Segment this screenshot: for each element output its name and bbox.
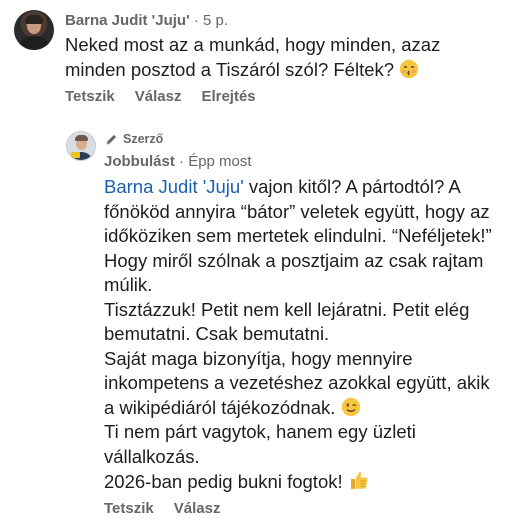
winking-face-emoji-icon [341, 397, 360, 416]
reply-line-12: vállalkozás. [104, 445, 200, 467]
reply-reply-button[interactable]: Válasz [174, 500, 221, 517]
avatar-hair [75, 135, 88, 141]
reply-line-1: Barna Judit 'Juju' vajon kitől? A pártod… [104, 175, 492, 200]
reply-line-1-rest: vajon kitől? A pártodtól? A [243, 176, 461, 197]
mention-link[interactable]: Barna Judit 'Juju' [104, 176, 244, 197]
reply-line-4: Hogy miről szólnak a posztjaim az csak r… [104, 249, 484, 271]
comment-time[interactable]: 5 p. [203, 12, 228, 29]
reply-line-5: múlik. [104, 274, 153, 295]
comment-author-row: Barna Judit 'Juju' · 5 p. [65, 12, 228, 29]
comment-hide-button[interactable]: Elrejtés [201, 88, 255, 105]
avatar-shoulders [18, 36, 50, 50]
reply-line-2: főnököd annyira “bátor” veletek együtt, … [104, 200, 490, 222]
kissing-face-emoji-icon [400, 59, 419, 78]
reply-author-row: Jobbulást · Épp most [104, 153, 252, 170]
reply-line-13: 2026-ban pedig bukni fogtok! [104, 471, 343, 492]
commenter-avatar[interactable] [14, 10, 54, 50]
comment-like-button[interactable]: Tetszik [65, 88, 115, 105]
comment-line-2-wrap: minden posztod a Tiszáról szól? Féltek? [65, 58, 440, 83]
author-badge-label: Szerző [123, 132, 164, 146]
reply-line-3: időköziken sem mertetek elindulni. “Nefé… [104, 225, 492, 246]
reply-line-9: inkompetens a vezetéshez azokkal együtt,… [104, 372, 490, 393]
pencil-icon [106, 134, 117, 144]
avatar-badge-logo [71, 152, 80, 158]
avatar-hair [25, 15, 43, 24]
thumbs-up-emoji-icon [350, 472, 368, 489]
reply-time[interactable]: Épp most [188, 153, 251, 170]
comment-line-1: Neked most az a munkád, hogy minden, aza… [65, 34, 441, 55]
reply-line-13-wrap: 2026-ban pedig bukni fogtok! [104, 469, 492, 495]
reply-author-avatar[interactable] [66, 131, 96, 161]
reply-actions: Tetszik Válasz [104, 500, 220, 517]
comment-separator: · [189, 12, 203, 29]
reply-line-7: bemutatni. Csak bemutatni. [104, 323, 330, 344]
author-badge: Szerző [105, 132, 163, 146]
reply-line-11: Ti nem párt vagytok, hanem egy üzleti [104, 421, 416, 442]
reply-line-10-wrap: a wikipédiáról tájékozódnak. [104, 396, 492, 421]
reply-line-6: Tisztázzuk! Petit nem kell lejáratni. Pe… [104, 298, 470, 320]
comment-reply-button[interactable]: Válasz [135, 88, 182, 105]
reply-like-button[interactable]: Tetszik [104, 500, 154, 517]
reply-text: Barna Judit 'Juju' vajon kitől? A pártod… [104, 175, 492, 495]
reply-author-name[interactable]: Jobbulást [104, 153, 175, 170]
comment-author-name[interactable]: Barna Judit 'Juju' [65, 12, 190, 29]
comment-line-2: minden posztod a Tiszáról szól? Féltek? [65, 58, 395, 80]
reply-separator: · [174, 153, 189, 170]
reply-line-10: a wikipédiáról tájékozódnak. [104, 396, 336, 418]
reply-line-8: Saját maga bizonyítja, hogy mennyire [104, 347, 413, 369]
comment-text: Neked most az a munkád, hogy minden, aza… [65, 33, 440, 82]
comment-actions: Tetszik Válasz Elrejtés [65, 88, 256, 105]
